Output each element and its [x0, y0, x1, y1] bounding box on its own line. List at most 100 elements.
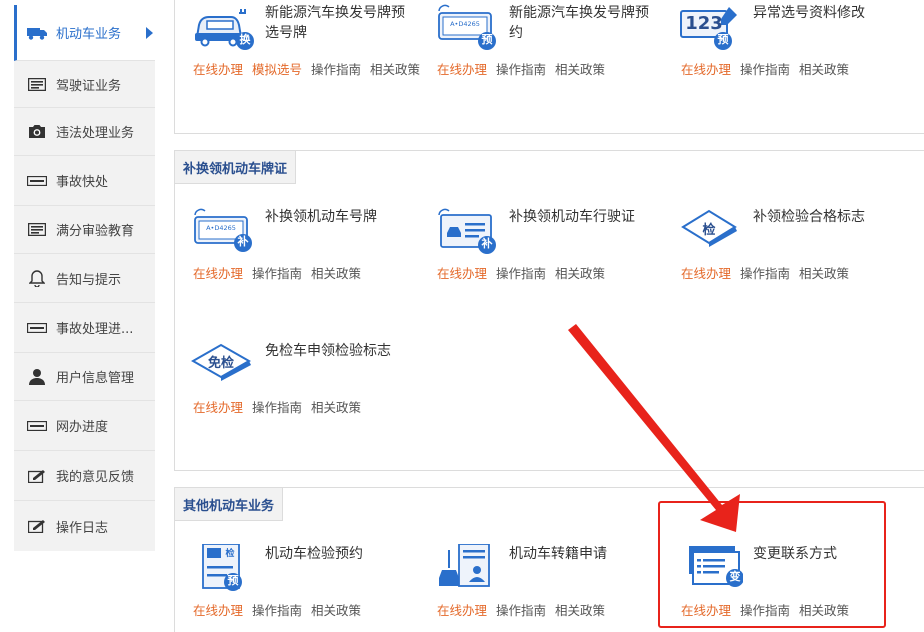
service-name: 免检车申领检验标志 [265, 343, 391, 359]
policy-link[interactable]: 相关政策 [311, 400, 361, 415]
policy-link[interactable]: 相关政策 [311, 603, 361, 618]
badge-label: 预 [227, 574, 239, 587]
service-links: 在线办理 操作指南 相关政策 [193, 600, 370, 619]
badge-label: 预 [717, 33, 729, 46]
camera-icon [26, 124, 48, 140]
service-links: 在线办理 操作指南 相关政策 [193, 397, 370, 416]
service-name: 新能源汽车换发号牌预选号牌 [265, 5, 405, 41]
online-handle-link[interactable]: 在线办理 [437, 62, 487, 77]
guide-link[interactable]: 操作指南 [496, 62, 546, 77]
online-handle-link[interactable]: 在线办理 [681, 62, 731, 77]
service-name: 机动车转籍申请 [509, 546, 607, 562]
sidebar-item-notices[interactable]: 告知与提示 [14, 254, 155, 303]
sidebar-item-violation[interactable]: 违法处理业务 [14, 108, 155, 156]
sidebar-item-user-info[interactable]: 用户信息管理 [14, 353, 155, 401]
sidebar: 机动车业务 驾驶证业务 违法处理业务 事故快处 满分审验教育 告知与提示 事故处… [14, 5, 155, 551]
section-replace-plates: 补换领机动车牌证 A•D4265 补 补换领机动车号牌 在线办理 操作指南 相关政策 [174, 150, 924, 471]
highlight-box [658, 501, 886, 628]
sidebar-item-label: 机动车业务 [56, 27, 122, 42]
service-vehicle-transfer: 机动车转籍申请 在线办理 操作指南 相关政策 [419, 543, 659, 632]
sidebar-item-vehicle[interactable]: 机动车业务 [14, 5, 155, 61]
online-handle-link[interactable]: 在线办理 [437, 603, 487, 618]
guide-link[interactable]: 操作指南 [740, 266, 790, 281]
sidebar-item-feedback[interactable]: 我的意见反馈 [14, 451, 155, 501]
sidebar-item-label: 事故处理进... [56, 322, 134, 337]
guide-link[interactable]: 操作指南 [252, 603, 302, 618]
service-ne-plate-preselect: 换 新能源汽车换发号牌预选号牌 在线办理 模拟选号 操作指南 相关政策 [175, 3, 420, 93]
service-exempt-inspection-mark: 免检 免检车申领检验标志 在线办理 操作指南 相关政策 [175, 341, 415, 431]
service-links: 在线办理 操作指南 相关政策 [193, 263, 370, 282]
sidebar-item-label: 网办进度 [56, 420, 109, 435]
log-icon [26, 518, 48, 534]
policy-link[interactable]: 相关政策 [555, 603, 605, 618]
sidebar-item-full-score-education[interactable]: 满分审验教育 [14, 206, 155, 254]
online-handle-link[interactable]: 在线办理 [193, 400, 243, 415]
online-handle-link[interactable]: 在线办理 [193, 62, 243, 77]
policy-link[interactable]: 相关政策 [555, 62, 605, 77]
schedule-card-icon [26, 418, 48, 434]
guide-link[interactable]: 操作指南 [252, 400, 302, 415]
service-links: 在线办理 操作指南 相关政策 [681, 263, 858, 282]
car-icon [26, 25, 48, 41]
form-tag: 检 [225, 549, 235, 559]
guide-link[interactable]: 操作指南 [740, 62, 790, 77]
service-replace-plate: A•D4265 补 补换领机动车号牌 在线办理 操作指南 相关政策 [175, 207, 415, 297]
policy-link[interactable]: 相关政策 [799, 62, 849, 77]
policy-link[interactable]: 相关政策 [311, 266, 361, 281]
guide-link[interactable]: 操作指南 [311, 62, 361, 77]
service-links: 在线办理 操作指南 相关政策 [437, 600, 614, 619]
badge-label: 补 [237, 235, 249, 248]
service-inspection-appointment: 检 预 机动车检验预约 在线办理 操作指南 相关政策 [175, 543, 415, 632]
service-links: 在线办理 操作指南 相关政策 [681, 59, 858, 78]
section-new-energy: 换 新能源汽车换发号牌预选号牌 在线办理 模拟选号 操作指南 相关政策 A•D4265… [174, 0, 924, 134]
bell-icon [26, 269, 48, 287]
section-title: 其他机动车业务 [175, 488, 284, 521]
chevron-right-icon [146, 26, 153, 39]
service-name: 新能源汽车换发号牌预约 [509, 5, 649, 41]
sidebar-item-label: 满分审验教育 [56, 224, 135, 239]
education-card-icon [26, 222, 48, 238]
policy-link[interactable]: 相关政策 [799, 266, 849, 281]
guide-link[interactable]: 操作指南 [496, 603, 546, 618]
sidebar-item-label: 告知与提示 [56, 272, 122, 288]
guide-link[interactable]: 操作指南 [496, 266, 546, 281]
service-name: 机动车检验预约 [265, 546, 363, 562]
simulate-select-link[interactable]: 模拟选号 [252, 62, 302, 77]
online-handle-link[interactable]: 在线办理 [437, 266, 487, 281]
license-card-icon [26, 76, 48, 92]
service-abnormal-selection-edit: 123 预 异常选号资料修改 在线办理 操作指南 相关政策 [663, 3, 903, 93]
progress-card-icon [26, 320, 48, 336]
sidebar-item-label: 操作日志 [56, 520, 109, 536]
badge-label: 补 [481, 237, 493, 250]
sidebar-item-license[interactable]: 驾驶证业务 [14, 61, 155, 108]
section-title: 补换领机动车牌证 [175, 151, 297, 184]
sidebar-item-accident-quick[interactable]: 事故快处 [14, 156, 155, 206]
accident-card-icon [26, 173, 48, 189]
service-ne-plate-appointment: A•D4265 预 新能源汽车换发号牌预约 在线办理 操作指南 相关政策 [419, 3, 659, 93]
transfer-document-icon [435, 543, 499, 592]
service-links: 在线办理 操作指南 相关政策 [437, 59, 614, 78]
policy-link[interactable]: 相关政策 [555, 266, 605, 281]
sidebar-item-accident-progress[interactable]: 事故处理进... [14, 303, 155, 353]
sidebar-item-label: 驾驶证业务 [56, 78, 122, 94]
online-handle-link[interactable]: 在线办理 [681, 266, 731, 281]
service-name: 补领检验合格标志 [753, 209, 865, 225]
sidebar-item-label: 用户信息管理 [56, 371, 135, 386]
guide-link[interactable]: 操作指南 [252, 266, 302, 281]
service-replace-inspection-mark: 检 补领检验合格标志 在线办理 操作指南 相关政策 [663, 207, 903, 297]
service-name: 补换领机动车行驶证 [509, 209, 635, 225]
service-name: 异常选号资料修改 [753, 5, 865, 21]
sidebar-item-operation-log[interactable]: 操作日志 [14, 501, 155, 551]
online-handle-link[interactable]: 在线办理 [193, 603, 243, 618]
online-handle-link[interactable]: 在线办理 [193, 266, 243, 281]
plate-number: A•D4265 [206, 224, 236, 232]
plate-number: A•D4265 [450, 20, 480, 28]
user-icon [26, 369, 48, 385]
badge-label: 预 [481, 33, 493, 46]
sidebar-item-online-progress[interactable]: 网办进度 [14, 401, 155, 451]
policy-link[interactable]: 相关政策 [370, 62, 420, 77]
service-replace-driving-permit: 补 补换领机动车行驶证 在线办理 操作指南 相关政策 [419, 207, 659, 297]
sidebar-item-label: 违法处理业务 [56, 126, 135, 141]
sidebar-item-label: 我的意见反馈 [56, 470, 135, 485]
service-name: 补换领机动车号牌 [265, 209, 377, 225]
